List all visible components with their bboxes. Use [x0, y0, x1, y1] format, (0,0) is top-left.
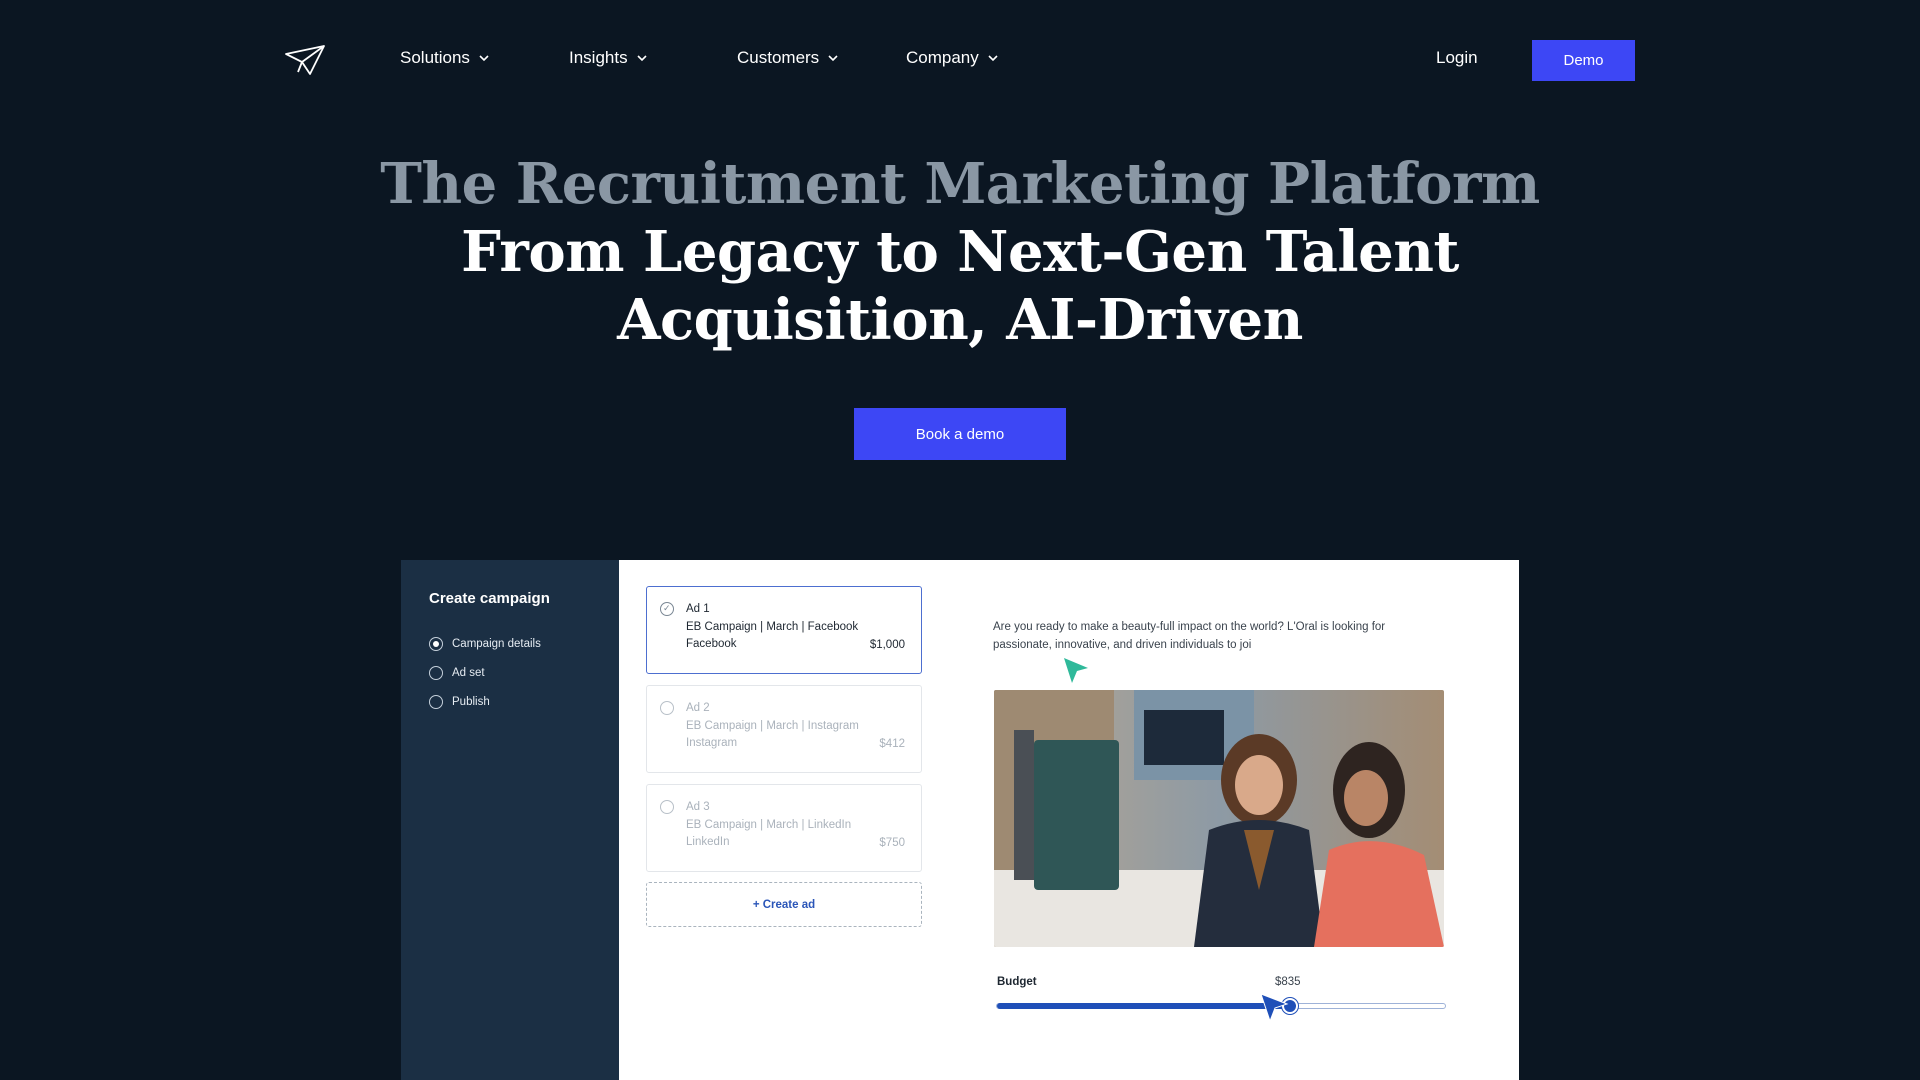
ad-platform: Instagram [686, 737, 738, 749]
chevron-down-icon [828, 55, 838, 62]
sidebar-title: Create campaign [429, 590, 550, 607]
hero-title-line-1: The Recruitment Marketing Platform [380, 151, 1540, 217]
step-label: Ad set [452, 667, 485, 679]
nav-solutions[interactable]: Solutions [400, 48, 490, 68]
ad-card-3[interactable]: Ad 3 EB Campaign | March | LinkedIn Link… [646, 784, 922, 872]
hero-headline: The Recruitment Marketing Platform From … [0, 150, 1920, 354]
budget-label: Budget [997, 976, 1037, 988]
step-label: Publish [452, 696, 490, 708]
book-demo-button[interactable]: Book a demo [854, 408, 1066, 460]
budget-value: $835 [1275, 976, 1301, 988]
login-link[interactable]: Login [1436, 48, 1478, 68]
ad-campaign: EB Campaign | March | Facebook [686, 620, 859, 633]
ad-copy-text: Are you ready to make a beauty-full impa… [993, 621, 1386, 651]
chevron-down-icon [479, 55, 489, 62]
circle-icon [660, 701, 674, 715]
ad-price: $412 [879, 738, 905, 750]
hero-title-line-3: Acquisition, AI-Driven [617, 287, 1303, 353]
nav-solutions-label: Solutions [400, 48, 470, 67]
step-ad-set[interactable]: Ad set [429, 666, 485, 680]
create-ad-button[interactable]: + Create ad [646, 882, 922, 927]
ad-campaign: EB Campaign | March | LinkedIn [686, 818, 852, 831]
demo-button[interactable]: Demo [1532, 40, 1635, 81]
campaign-builder-preview: Create campaign Campaign details Ad set … [401, 560, 1519, 1080]
ad-title: Ad 2 [686, 702, 710, 714]
ad-card-1[interactable]: Ad 1 EB Campaign | March | Facebook Face… [646, 586, 922, 674]
top-navigation: Solutions Insights Customers Company Log… [0, 0, 1920, 120]
ad-title: Ad 3 [686, 801, 710, 813]
check-circle-icon [660, 600, 674, 618]
radio-empty-icon [429, 695, 443, 709]
radio-empty-icon [429, 666, 443, 680]
nav-insights-label: Insights [569, 48, 628, 67]
ad-card-2[interactable]: Ad 2 EB Campaign | March | Instagram Ins… [646, 685, 922, 773]
nav-company[interactable]: Company [906, 48, 999, 68]
campaign-sidebar: Create campaign Campaign details Ad set … [401, 560, 619, 1080]
chevron-down-icon [988, 55, 998, 62]
budget-slider-fill [997, 1003, 1290, 1009]
step-publish[interactable]: Publish [429, 695, 490, 709]
ad-price: $750 [879, 837, 905, 849]
blue-cursor-icon [1260, 993, 1289, 1023]
nav-customers[interactable]: Customers [737, 48, 839, 68]
chevron-down-icon [637, 55, 647, 62]
budget-slider[interactable] [996, 998, 1446, 1014]
step-campaign-details[interactable]: Campaign details [429, 637, 541, 651]
paper-plane-logo-icon[interactable] [284, 44, 326, 76]
ad-platform: LinkedIn [686, 836, 730, 848]
ad-campaign: EB Campaign | March | Instagram [686, 719, 859, 732]
nav-insights[interactable]: Insights [569, 48, 648, 68]
ad-price: $1,000 [869, 639, 905, 651]
teal-cursor-icon [1064, 658, 1088, 683]
circle-icon [660, 800, 674, 814]
nav-customers-label: Customers [737, 48, 820, 67]
hero-title-line-2: From Legacy to Next-Gen Talent [461, 219, 1459, 285]
ad-preview-photo [994, 690, 1444, 947]
radio-selected-icon [429, 637, 443, 651]
ad-title: Ad 1 [686, 603, 710, 615]
nav-company-label: Company [906, 48, 979, 67]
step-label: Campaign details [452, 638, 541, 650]
